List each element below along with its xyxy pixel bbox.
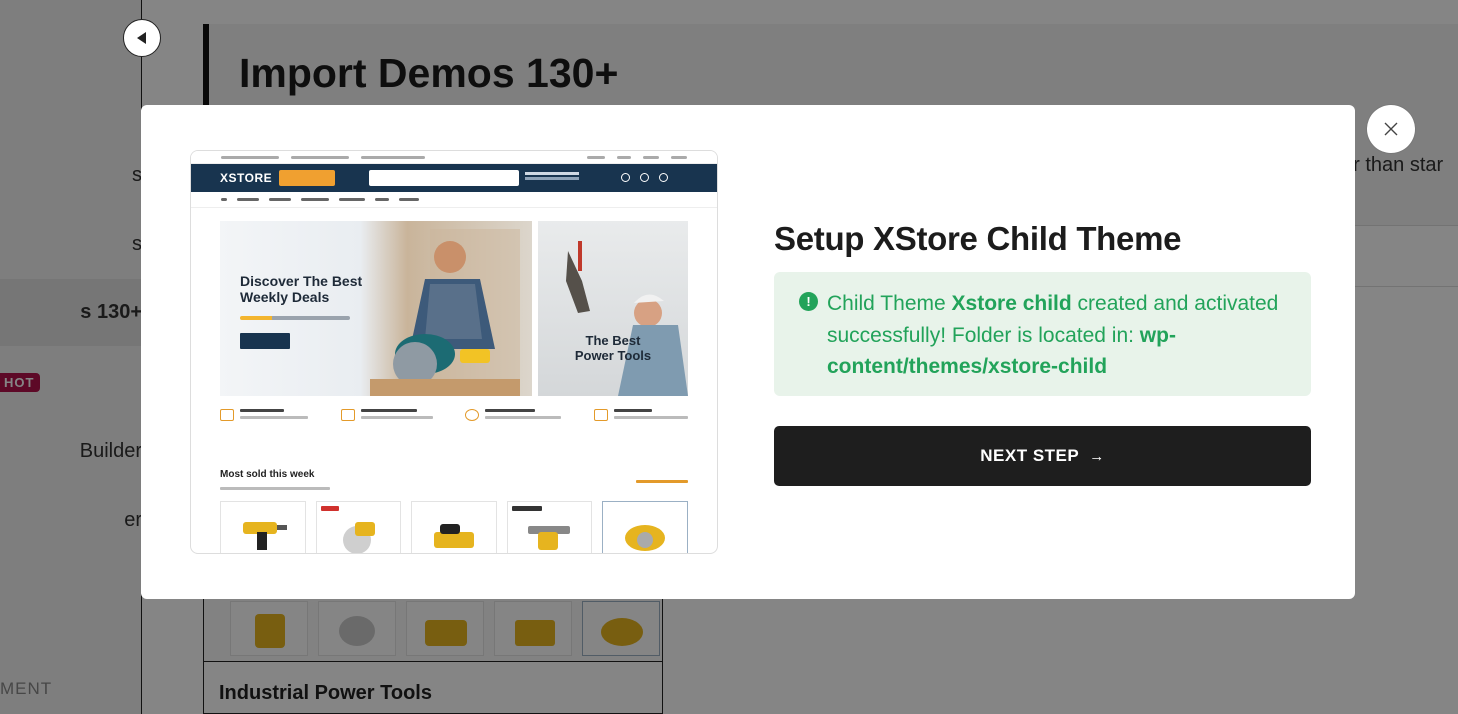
preview-nav xyxy=(191,192,717,208)
preview-hero-side: The Best Power Tools xyxy=(538,221,688,396)
close-modal-button[interactable] xyxy=(1367,105,1415,153)
circular-saw-icon xyxy=(342,522,375,553)
preview-icons xyxy=(621,173,681,182)
arrow-left-icon xyxy=(136,32,146,44)
preview-features xyxy=(220,409,688,423)
preview-hero-heading: Discover The Best Weekly Deals xyxy=(240,273,363,305)
feature-item xyxy=(593,409,688,423)
feature-item xyxy=(465,409,562,423)
drill-icon xyxy=(243,522,287,550)
preview-section-title: Most sold this week xyxy=(220,469,315,480)
setup-child-theme-modal: XSTORE Discover The Best Weekly Deals Th… xyxy=(141,105,1355,599)
product-card xyxy=(602,501,688,553)
theme-preview-image: XSTORE Discover The Best Weekly Deals Th… xyxy=(190,150,718,554)
nailer-icon xyxy=(527,526,570,550)
worker-illustration xyxy=(370,229,520,396)
next-step-button[interactable]: NEXT STEP → xyxy=(774,426,1311,486)
exclamation-circle-icon: ! xyxy=(799,292,818,311)
success-message: ! Child Theme Xstore child created and a… xyxy=(774,272,1311,396)
product-card xyxy=(411,501,497,553)
product-card xyxy=(506,501,593,553)
success-text-prefix: Child Theme xyxy=(827,292,952,315)
preview-rating xyxy=(240,316,350,320)
new-badge xyxy=(511,506,542,511)
success-theme-name: Xstore child xyxy=(951,292,1072,315)
success-message-text: Child Theme Xstore child created and act… xyxy=(827,288,1297,383)
preview-section-subtitle xyxy=(220,487,330,490)
jigsaw-icon xyxy=(625,525,666,551)
sale-badge xyxy=(320,506,339,511)
modal-title: Setup XStore Child Theme xyxy=(774,220,1182,257)
preview-hero-main: Discover The Best Weekly Deals xyxy=(220,221,532,396)
planer-icon xyxy=(434,524,475,548)
product-card xyxy=(220,501,306,553)
feature-item xyxy=(220,409,308,423)
close-icon xyxy=(1384,122,1398,136)
preview-contact xyxy=(525,172,579,175)
preview-logo: XSTORE xyxy=(220,171,273,185)
sidebar-collapse-button[interactable] xyxy=(123,19,161,57)
next-step-label: NEXT STEP xyxy=(980,446,1080,465)
preview-category-button xyxy=(279,170,335,186)
product-card xyxy=(315,501,402,553)
preview-topbar xyxy=(191,151,717,164)
preview-header: XSTORE xyxy=(191,164,717,192)
preview-section-link xyxy=(636,480,688,483)
feature-item xyxy=(340,409,433,423)
preview-shop-button xyxy=(240,333,290,349)
arrow-right-icon: → xyxy=(1089,447,1105,465)
preview-hero-side-heading: The Best Power Tools xyxy=(574,333,652,363)
preview-search xyxy=(369,170,519,186)
preview-products xyxy=(220,501,688,553)
electrician-illustration xyxy=(566,241,688,396)
